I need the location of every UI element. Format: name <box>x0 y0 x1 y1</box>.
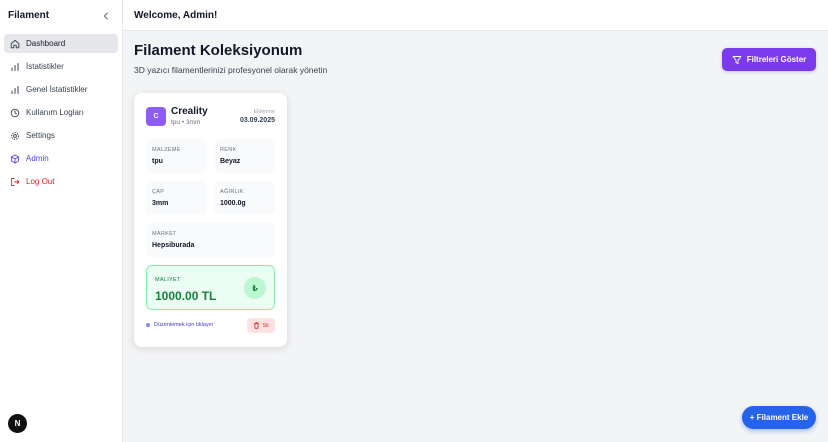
field-label: MARKET <box>152 231 177 237</box>
material-field: MALZEME tpu <box>146 139 207 173</box>
weight-field: AĞIRLIK 1000.0g <box>214 181 275 215</box>
dot-icon <box>146 323 150 327</box>
bar-chart-icon <box>10 62 20 72</box>
gear-icon <box>10 131 20 141</box>
filter-icon <box>732 55 742 65</box>
sidebar-item-statistics[interactable]: İstatistikler <box>4 57 118 76</box>
cost-value: 1000.00 TL <box>155 289 217 303</box>
lira-icon: ₺ <box>244 277 266 299</box>
cube-icon <box>10 154 20 164</box>
cost-panel: MALIYET 1000.00 TL ₺ <box>146 265 275 310</box>
sidebar-nav: Dashboard İstatistikler Genel İstatistik… <box>0 31 122 191</box>
field-value: tpu <box>152 158 163 165</box>
topbar: Welcome, Admin! <box>123 0 828 31</box>
welcome-title: Welcome, Admin! <box>134 9 218 21</box>
cost-label: MALIYET <box>155 277 181 283</box>
clock-icon <box>10 108 20 118</box>
sidebar-item-dashboard[interactable]: Dashboard <box>4 34 118 53</box>
field-value: 1000.0g <box>220 200 246 207</box>
chevron-left-icon[interactable] <box>100 10 112 22</box>
n-badge-icon[interactable]: N <box>8 414 27 433</box>
diameter-field: ÇAP 3mm <box>146 181 207 215</box>
delete-label: Sil <box>262 322 269 329</box>
add-filament-button[interactable]: + Filament Ekle <box>742 406 816 429</box>
color-field: RENK Beyaz <box>214 139 275 173</box>
sidebar-item-label: Admin <box>26 154 49 163</box>
filament-card[interactable]: C Creality tpu • 3mm Eklenme 03.09.2025 … <box>134 93 287 347</box>
trash-icon <box>253 322 260 329</box>
page-subtitle: 3D yazıcı filamentlerinizi profesyonel o… <box>134 65 328 75</box>
sidebar-item-label: Log Out <box>26 177 55 186</box>
sidebar-item-settings[interactable]: Settings <box>4 126 118 145</box>
sidebar: Filament Dashboard İstatistikler Genel İ… <box>0 0 123 442</box>
sidebar-header: Filament <box>0 0 122 31</box>
page-title: Filament Koleksiyonum <box>134 42 303 59</box>
brand-avatar: C <box>146 107 166 126</box>
show-filters-button[interactable]: Filtreleri Göster <box>722 48 816 71</box>
brand-name: Filament <box>8 10 50 21</box>
sidebar-item-label: Dashboard <box>26 39 66 48</box>
field-label: RENK <box>220 147 237 153</box>
filament-meta: tpu • 3mm <box>171 119 201 126</box>
show-filters-label: Filtreleri Göster <box>746 55 807 64</box>
edit-hint[interactable]: Düzenlemek için tıklayın <box>146 322 213 328</box>
field-label: MALZEME <box>152 147 181 153</box>
sidebar-item-logout[interactable]: Log Out <box>4 172 118 191</box>
field-label: AĞIRLIK <box>220 189 244 195</box>
sidebar-item-admin[interactable]: Admin <box>4 149 118 168</box>
filament-brand-name: Creality <box>171 106 208 117</box>
sidebar-item-label: Kullanım Logları <box>26 108 84 117</box>
delete-button[interactable]: Sil <box>247 318 275 333</box>
logout-icon <box>10 177 20 187</box>
sidebar-item-general-statistics[interactable]: Genel İstatistikler <box>4 80 118 99</box>
field-value: 3mm <box>152 200 169 207</box>
sidebar-item-label: Genel İstatistikler <box>26 85 88 94</box>
added-label: Eklenme <box>253 109 275 115</box>
added-date: 03.09.2025 <box>239 117 275 124</box>
edit-hint-label: Düzenlemek için tıklayın <box>154 322 214 328</box>
sidebar-item-label: Settings <box>26 131 55 140</box>
market-field: MARKET Hepsiburada <box>146 223 275 257</box>
field-label: ÇAP <box>152 189 165 195</box>
field-value: Beyaz <box>220 158 241 165</box>
home-icon <box>10 39 20 49</box>
sidebar-item-usage-logs[interactable]: Kullanım Logları <box>4 103 118 122</box>
sidebar-item-label: İstatistikler <box>26 62 64 71</box>
bar-chart-icon <box>10 85 20 95</box>
field-value: Hepsiburada <box>152 242 195 249</box>
